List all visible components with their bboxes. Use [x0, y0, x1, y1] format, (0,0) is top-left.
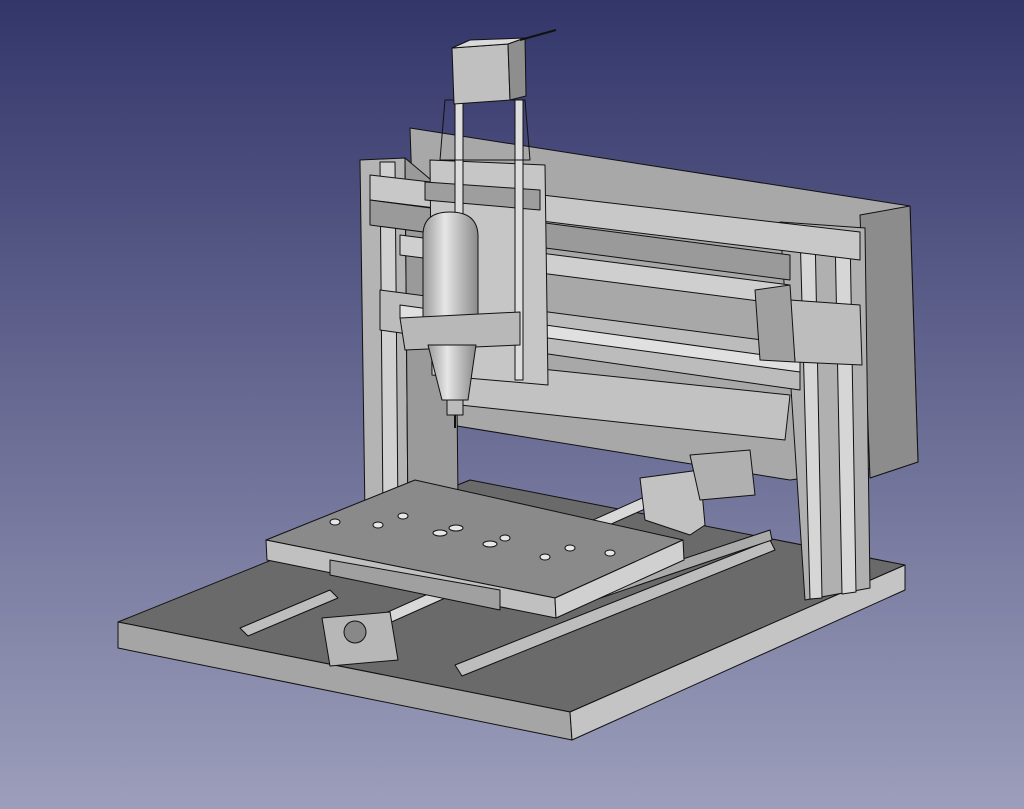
3d-viewport[interactable] [0, 0, 1024, 809]
model-canvas[interactable] [0, 0, 1024, 809]
